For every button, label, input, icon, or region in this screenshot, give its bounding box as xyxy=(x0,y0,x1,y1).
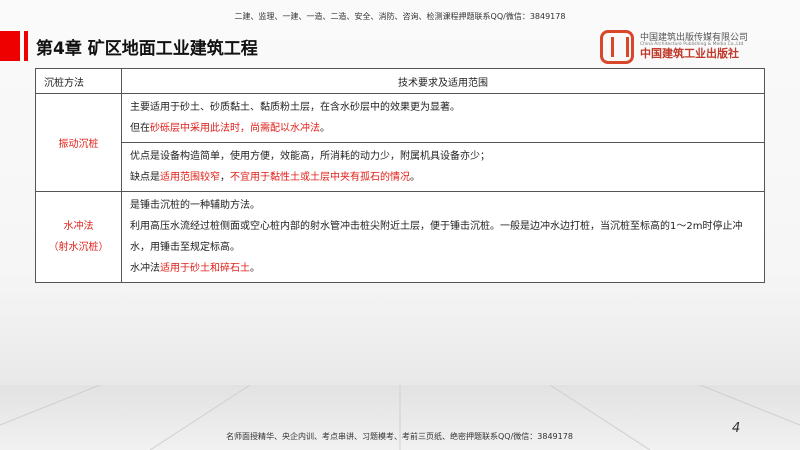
row2-line2: 利用高压水流经过桩侧面或空心桩内部的射水管冲击桩尖附近土层，便于锤击沉桩。一般是… xyxy=(130,221,743,253)
header-method: 沉桩方法 xyxy=(35,68,122,94)
method-vibration: 振动沉桩 xyxy=(35,93,122,192)
row1-line2: 但在砂砾层中采用此法时，尚需配以水冲法。 xyxy=(130,123,330,134)
pile-method-table: 沉桩方法 技术要求及适用范围 振动沉桩 主要适用于砂土、砂质黏土、黏质粉土层，在… xyxy=(35,68,765,283)
footer-note: 名师面授精华、央企内训、考点串讲、习题模考、考前三页纸、绝密押题联系QQ/微信：… xyxy=(226,432,573,441)
row2-line3: 水冲法适用于砂土和碎石土。 xyxy=(130,263,260,274)
method-water-jet: 水冲法 （射水沉桩） xyxy=(35,191,122,283)
top-note: 二建、监理、一建、一造、二造、安全、消防、咨询、检测课程押题联系QQ/微信：38… xyxy=(234,12,566,21)
row1-line4: 缺点是适用范围较窄，不宜用于黏性土或土层中夹有孤石的情况。 xyxy=(130,172,420,183)
title-accent-bar-thin xyxy=(24,31,28,61)
row1-line3: 优点是设备构造简单，使用方便，效能高，所消耗的动力少，附属机具设备亦少； xyxy=(130,151,490,162)
header-requirements: 技术要求及适用范围 xyxy=(121,68,765,94)
table-row: 水冲法 （射水沉桩） 是锤击沉桩的一种辅助方法。 利用高压水流经过桩侧面或空心桩… xyxy=(35,191,765,283)
row2-line1: 是锤击沉桩的一种辅助方法。 xyxy=(130,200,260,211)
table-row: 振动沉桩 主要适用于砂土、砂质黏土、黏质粉土层，在含水砂层中的效果更为显著。 但… xyxy=(35,93,765,192)
title-accent-bar xyxy=(0,31,20,61)
page-number: 4 xyxy=(732,421,741,436)
publisher-logo-icon xyxy=(600,30,634,64)
publisher-logo: 中国建筑出版传媒有限公司 China Architecture Publishi… xyxy=(600,30,748,64)
logo-big: 中国建筑工业出版社 xyxy=(640,47,739,61)
page-title: 第4章 矿区地面工业建筑工程 xyxy=(36,39,258,59)
row1-line1: 主要适用于砂土、砂质黏土、黏质粉土层，在含水砂层中的效果更为显著。 xyxy=(130,102,460,113)
table-row: 优点是设备构造简单，使用方便，效能高，所消耗的动力少，附属机具设备亦少； 缺点是… xyxy=(36,142,765,192)
table-header-row: 沉桩方法 技术要求及适用范围 xyxy=(35,68,765,94)
